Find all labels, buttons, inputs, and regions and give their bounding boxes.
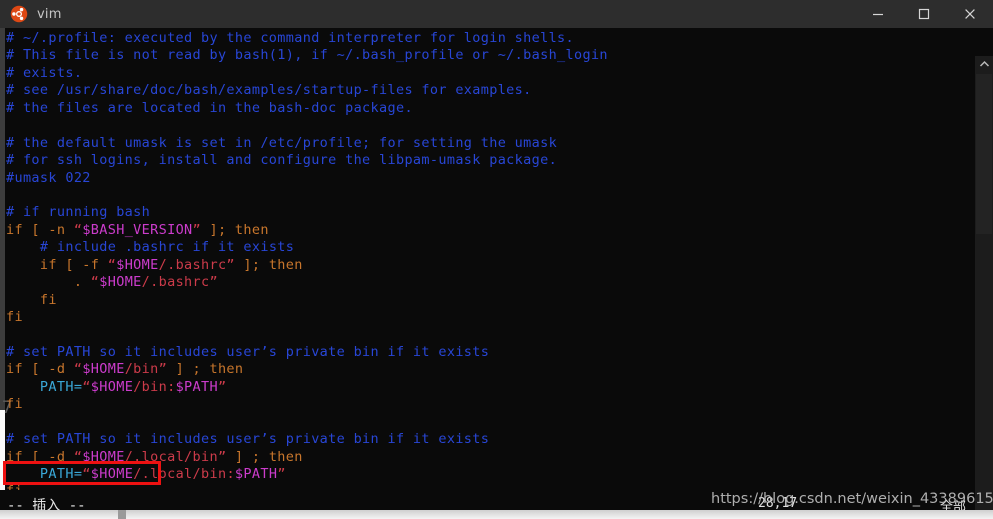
code-token: $HOME (99, 274, 142, 291)
editor-line: # if running bash (6, 204, 608, 221)
code-token: fi (6, 309, 23, 325)
code-token: “ (82, 378, 91, 395)
code-token: # if running bash (6, 204, 151, 221)
window-controls (855, 0, 993, 28)
code-token: ” (217, 378, 227, 395)
code-token: . (6, 274, 91, 291)
code-token: ] ; then (226, 448, 303, 465)
code-token: $HOME (90, 465, 134, 482)
code-token: # see /usr/share/doc/bash/examples/start… (6, 82, 532, 99)
code-token: $HOME (116, 256, 159, 273)
code-token: fi (6, 291, 57, 308)
code-token: ]; then (234, 256, 303, 273)
code-token: if [ -d (6, 361, 74, 378)
code-token: $HOME (82, 361, 125, 378)
editor-line: fi (6, 396, 608, 413)
code-token: if [ -n (6, 221, 74, 238)
editor-line: # ~/.profile: executed by the command in… (6, 30, 608, 47)
chevron-up-icon[interactable] (975, 56, 993, 72)
code-token: $PATH (234, 465, 278, 482)
vertical-scrollbar-thumb[interactable] (976, 74, 992, 234)
editor-line: # the default umask is set in /etc/profi… (6, 135, 608, 152)
code-token: ] ; then (167, 361, 244, 378)
code-token: # the files are located in the bash-doc … (6, 99, 413, 116)
ubuntu-logo-icon (10, 5, 28, 23)
csdn-watermark: https://blog.csdn.net/weixin_43389615 (711, 491, 993, 507)
editor-line: # This file is not read by bash(1), if ~… (6, 47, 608, 64)
code-token: “ (90, 274, 100, 291)
code-token: # set PATH so it includes user’s private… (6, 431, 490, 448)
code-token: “ (107, 256, 117, 273)
editor-line: # set PATH so it includes user’s private… (6, 431, 608, 448)
code-token: “ (82, 465, 91, 482)
code-token: PATH= (39, 378, 83, 395)
maximize-icon[interactable] (901, 0, 947, 28)
code-token: /bin” (124, 361, 168, 378)
code-token: ” (277, 465, 286, 482)
window-title: vim (37, 6, 62, 22)
code-token: $PATH (175, 378, 218, 395)
code-token: $BASH_VERSION (82, 221, 193, 238)
code-token: # exists. (6, 64, 83, 81)
code-token: $HOME (90, 378, 134, 395)
code-token: /.bashrc” (158, 256, 235, 273)
editor-line: # include .bashrc if it exists (6, 239, 608, 256)
editor-line: if [ -d “$HOME/.local/bin” ] ; then (6, 449, 608, 466)
editor-line: #umask 022 (6, 170, 608, 187)
editor-line: PATH=“$HOME/.local/bin:$PATH” (6, 466, 608, 483)
horizontal-scrollbar-thumb[interactable] (118, 510, 126, 519)
editor-line: # exists. (6, 65, 608, 82)
code-token: if [ -d (6, 448, 74, 465)
code-token: # This file is not read by bash(1), if ~… (6, 47, 608, 64)
editor-line: # see /usr/share/doc/bash/examples/start… (6, 82, 608, 99)
code-token: # include .bashrc if it exists (39, 239, 295, 256)
code-token: /bin: (133, 378, 176, 395)
editor-line: fi (6, 292, 608, 309)
minimize-icon[interactable] (855, 0, 901, 28)
code-token: /.local/bin: (133, 465, 235, 482)
editor-line: if [ -d “$HOME/bin” ] ; then (6, 361, 608, 378)
code-token: ” (192, 221, 202, 238)
editor-line: # set PATH so it includes user’s private… (6, 344, 608, 361)
left-gutter-strip (0, 28, 5, 410)
code-token: /.local/bin” (124, 448, 227, 465)
code-token: if [ -f (6, 256, 108, 273)
editor-buffer[interactable]: # ~/.profile: executed by the command in… (6, 30, 608, 519)
code-token: PATH= (39, 465, 83, 482)
vertical-scrollbar[interactable] (975, 56, 993, 519)
code-token: ]; then (201, 221, 269, 238)
vim-window: vim 7 # ~/.profile: executed by the comm… (0, 0, 993, 519)
titlebar: vim (0, 0, 993, 28)
code-token: # for ssh logins, install and configure … (6, 152, 558, 169)
code-token: /.bashrc” (141, 274, 218, 291)
editor-line: # for ssh logins, install and configure … (6, 152, 608, 169)
terminal-text-area[interactable]: 7 # ~/.profile: executed by the command … (0, 28, 993, 519)
close-icon[interactable] (947, 0, 993, 28)
code-token: #umask 022 (6, 169, 91, 186)
editor-line: . “$HOME/.bashrc” (6, 274, 608, 291)
editor-line: # the files are located in the bash-doc … (6, 100, 608, 117)
code-token: # ~/.profile: executed by the command in… (6, 30, 575, 46)
code-token: # set PATH so it includes user’s private… (6, 343, 490, 360)
editor-line: fi (6, 309, 608, 326)
desktop-background: a vim (0, 0, 993, 519)
editor-line: if [ -f “$HOME/.bashrc” ]; then (6, 257, 608, 274)
horizontal-scrollbar[interactable] (0, 510, 993, 519)
code-token: fi (6, 396, 23, 413)
code-token: # the default umask is set in /etc/profi… (6, 134, 558, 151)
editor-line: if [ -n “$BASH_VERSION” ]; then (6, 222, 608, 239)
editor-line: PATH=“$HOME/bin:$PATH” (6, 379, 608, 396)
code-token: $HOME (82, 448, 125, 465)
